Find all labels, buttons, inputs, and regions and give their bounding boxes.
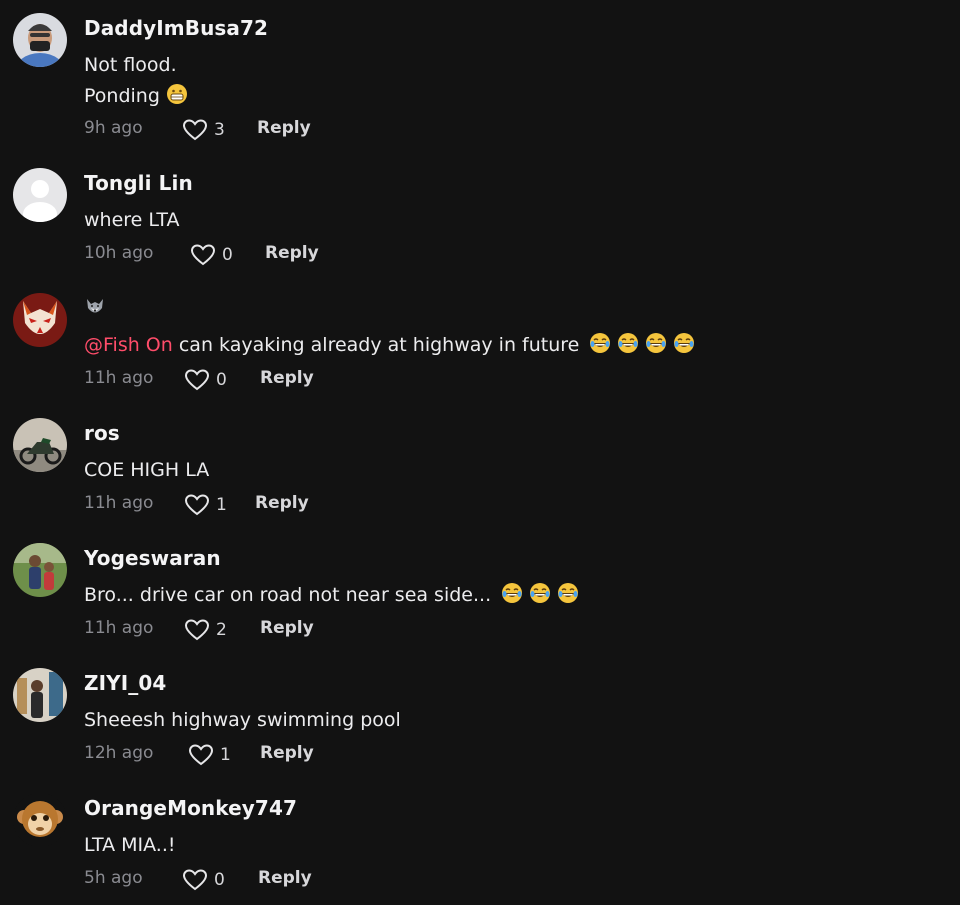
comment-line: Not flood. (84, 54, 177, 76)
heart-outline-icon (188, 743, 214, 767)
comment-time: 9h ago (84, 118, 143, 138)
like-count: 0 (214, 870, 225, 890)
face-with-tears-of-joy-emoji (557, 582, 579, 604)
comment-time: 12h ago (84, 743, 154, 763)
comment-text: where LTA (84, 205, 180, 236)
grinning-face-emoji (166, 83, 188, 105)
comment-text: Bro... drive car on road not near sea si… (84, 580, 579, 611)
comment-text: @Fish On can kayaking already at highway… (84, 330, 695, 361)
comment-line: LTA MIA..! (84, 834, 176, 856)
comment-line-with-emoji: Ponding (84, 81, 188, 112)
heart-outline-icon (182, 868, 208, 892)
comment-item: OrangeMonkey747 LTA MIA..! 5h ago 0 Repl… (0, 780, 960, 905)
like-count: 0 (222, 245, 233, 265)
heart-outline-icon (182, 118, 208, 142)
wolf-emoji (84, 296, 106, 318)
comment-line-with-mention: @Fish On can kayaking already at highway… (84, 330, 695, 361)
avatar[interactable] (13, 543, 67, 597)
mention-link[interactable]: @Fish On (84, 334, 173, 356)
comment-list: DaddyImBusa72 Not flood. Ponding 9h ago … (0, 0, 960, 905)
reply-button[interactable]: Reply (255, 493, 309, 513)
comment-username[interactable]: Yogeswaran (84, 546, 221, 570)
reply-button[interactable]: Reply (260, 743, 314, 763)
comment-time: 11h ago (84, 618, 154, 638)
like-count: 2 (216, 620, 227, 640)
like-button[interactable]: 1 (188, 742, 231, 768)
heart-outline-icon (190, 243, 216, 267)
avatar[interactable] (13, 793, 67, 847)
like-count: 1 (220, 745, 231, 765)
face-with-tears-of-joy-emoji (673, 332, 695, 354)
comment-item: DaddyImBusa72 Not flood. Ponding 9h ago … (0, 0, 960, 141)
face-with-tears-of-joy-emoji (529, 582, 551, 604)
comment-item: ZIYI_04 Sheeesh highway swimming pool 12… (0, 655, 960, 780)
reply-button[interactable]: Reply (260, 618, 314, 638)
heart-outline-icon (184, 618, 210, 642)
comment-item: @Fish On can kayaking already at highway… (0, 280, 960, 405)
like-count: 1 (216, 495, 227, 515)
comment-item: Tongli Lin where LTA 10h ago 0 Reply (0, 155, 960, 280)
avatar[interactable] (13, 668, 67, 722)
comment-line-with-emoji: Bro... drive car on road not near sea si… (84, 580, 579, 611)
comment-time: 10h ago (84, 243, 154, 263)
heart-outline-icon (184, 368, 210, 392)
avatar[interactable] (13, 293, 67, 347)
comment-item: Yogeswaran Bro... drive car on road not … (0, 530, 960, 655)
comment-time: 11h ago (84, 493, 154, 513)
comment-username[interactable]: ZIYI_04 (84, 671, 166, 695)
face-with-tears-of-joy-emoji (589, 332, 611, 354)
comment-text: COE HIGH LA (84, 455, 209, 486)
comment-line: Bro... drive car on road not near sea si… (84, 584, 492, 606)
avatar[interactable] (13, 418, 67, 472)
comment-line: can kayaking already at highway in futur… (172, 334, 580, 356)
reply-button[interactable]: Reply (265, 243, 319, 263)
like-button[interactable]: 1 (184, 492, 227, 518)
comment-username[interactable]: ros (84, 421, 120, 445)
reply-button[interactable]: Reply (258, 868, 312, 888)
comment-text: Sheeesh highway swimming pool (84, 705, 401, 736)
comment-line: Sheeesh highway swimming pool (84, 709, 401, 731)
heart-outline-icon (184, 493, 210, 517)
comment-item: ros COE HIGH LA 11h ago 1 Reply (0, 405, 960, 530)
like-button[interactable]: 0 (184, 367, 227, 393)
avatar[interactable] (13, 13, 67, 67)
like-count: 3 (214, 120, 225, 140)
face-with-tears-of-joy-emoji (501, 582, 523, 604)
comment-time: 5h ago (84, 868, 143, 888)
avatar[interactable] (13, 168, 67, 222)
like-button[interactable]: 2 (184, 617, 227, 643)
comment-time: 11h ago (84, 368, 154, 388)
comment-username[interactable]: OrangeMonkey747 (84, 796, 297, 820)
comment-username[interactable]: Tongli Lin (84, 171, 193, 195)
face-with-tears-of-joy-emoji (617, 332, 639, 354)
comment-line: COE HIGH LA (84, 459, 210, 481)
comment-text: LTA MIA..! (84, 830, 176, 861)
comment-text: Not flood. Ponding (84, 50, 188, 112)
like-count: 0 (216, 370, 227, 390)
like-button[interactable]: 0 (190, 242, 233, 268)
comment-username[interactable]: DaddyImBusa72 (84, 16, 268, 40)
like-button[interactable]: 0 (182, 867, 225, 893)
like-button[interactable]: 3 (182, 117, 225, 143)
comment-line: where LTA (84, 209, 180, 231)
comment-line: Ponding (84, 85, 160, 107)
reply-button[interactable]: Reply (257, 118, 311, 138)
face-with-tears-of-joy-emoji (645, 332, 667, 354)
reply-button[interactable]: Reply (260, 368, 314, 388)
